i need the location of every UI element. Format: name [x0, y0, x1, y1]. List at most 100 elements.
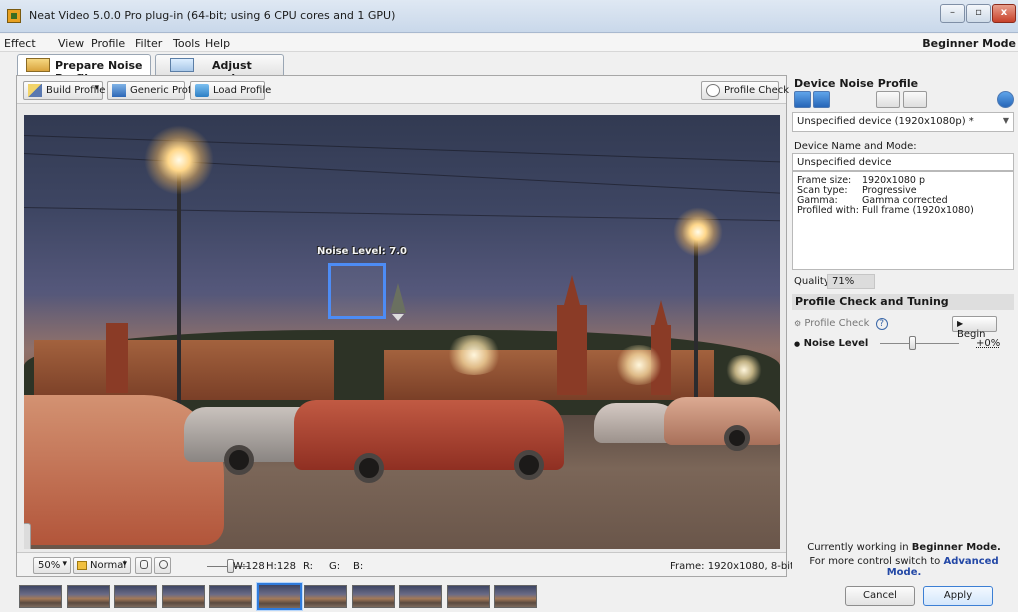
- blend-mode-label: Normal: [90, 560, 127, 571]
- apply-button[interactable]: Apply: [923, 586, 993, 606]
- menu-effect[interactable]: Effect: [4, 37, 36, 50]
- play-icon: ▶: [957, 319, 964, 328]
- noise-level-value: +0%: [976, 338, 1001, 349]
- menu-help[interactable]: Help: [205, 37, 230, 50]
- noise-sample-selection[interactable]: [328, 263, 386, 319]
- menu-filter[interactable]: Filter: [135, 37, 162, 50]
- car-wheel: [354, 453, 384, 483]
- blend-mode-dropdown[interactable]: Normal: [73, 557, 131, 574]
- g-readout: G:: [329, 561, 341, 572]
- build-profile-label: Build Profile: [46, 85, 106, 96]
- frame-thumbnail[interactable]: [494, 585, 537, 608]
- profile-check-button[interactable]: Profile Check: [701, 81, 789, 100]
- device-profile-select[interactable]: Unspecified device (1920x1080p) *: [792, 112, 1014, 132]
- settings-tool-button[interactable]: [154, 557, 171, 574]
- profile-panel: Device Noise Profile Unspecified device …: [792, 75, 1016, 578]
- profile-info-box: Frame size: 1920x1080 p Scan type: Progres…: [792, 171, 1014, 270]
- noise-marker-icon[interactable]: [392, 314, 404, 321]
- menu-profile[interactable]: Profile: [91, 37, 125, 50]
- frame-thumbnail[interactable]: [66, 585, 110, 608]
- undo-icon[interactable]: [876, 91, 900, 108]
- cancel-button[interactable]: Cancel: [845, 586, 915, 606]
- side-panel-handle[interactable]: [24, 523, 31, 549]
- frame-thumbnail[interactable]: [304, 585, 347, 608]
- noise-level-slider-thumb[interactable]: [908, 336, 916, 350]
- frame-thumbnail[interactable]: [114, 585, 157, 608]
- tower: [106, 323, 128, 393]
- close-button[interactable]: x: [992, 4, 1016, 23]
- frame-thumbnail[interactable]: [256, 583, 302, 610]
- wand-icon: [26, 58, 50, 72]
- device-name-label: Device Name and Mode:: [794, 141, 917, 152]
- frame-thumbnail[interactable]: [351, 585, 395, 608]
- frame-thumbnail[interactable]: [399, 585, 442, 608]
- wire: [24, 153, 780, 194]
- color-swatch-icon: [77, 561, 87, 570]
- profile-check-label: Profile Check: [724, 85, 790, 96]
- app-icon: [7, 9, 21, 23]
- mode-note-bold: Beginner Mode.: [911, 542, 1001, 553]
- open-profile-icon[interactable]: [794, 91, 811, 108]
- begin-button[interactable]: ▶ Begin: [952, 316, 997, 340]
- bullet-icon: ⚙: [794, 319, 802, 328]
- help-icon[interactable]: ?: [875, 318, 888, 330]
- noise-level-slider-track[interactable]: [880, 343, 959, 344]
- r-readout: R:: [303, 561, 314, 572]
- mode-note-text: Currently working in: [807, 542, 912, 553]
- frame-thumbnail[interactable]: [446, 585, 490, 608]
- zoom-dropdown[interactable]: 50%: [33, 557, 71, 574]
- kremlin-wall: [34, 340, 334, 400]
- tab-adjust-and-preview[interactable]: Adjust and Preview: [155, 54, 284, 98]
- build-profile-button[interactable]: Build Profile: [23, 81, 106, 100]
- frame-thumbnail[interactable]: [209, 585, 252, 608]
- title-bar: Neat Video 5.0.0 Pro plug-in (64-bit; us…: [0, 0, 1018, 33]
- generic-profile-icon: [112, 84, 126, 97]
- viewer-status-bar: 50% Normal W:128 H:128 R: G: B: Frame: 1…: [17, 552, 819, 576]
- spasskaya-tower: [557, 305, 587, 395]
- info-value: Full frame (1920x1080): [862, 205, 974, 216]
- car-wheel: [724, 425, 750, 451]
- mode-note-line2: For more control switch to Advanced Mode…: [792, 556, 1016, 578]
- car-wheel: [514, 450, 544, 480]
- lamp-post: [177, 160, 181, 420]
- device-noise-profile-title: Device Noise Profile: [794, 77, 919, 90]
- load-profile-button[interactable]: Load Profile: [190, 81, 271, 100]
- frame-filmstrip: [16, 582, 556, 610]
- quality-value: 71%: [827, 274, 875, 289]
- car-wheel: [224, 445, 254, 475]
- info-icon[interactable]: [997, 91, 1014, 108]
- frame-thumbnail[interactable]: [19, 585, 62, 608]
- tab-prepare-noise-profile[interactable]: Prepare Noise Profile: [17, 54, 151, 85]
- gear-icon: [159, 560, 168, 569]
- noise-level-label: Noise Level: 7.0: [317, 246, 407, 257]
- load-profile-label: Load Profile: [213, 85, 272, 96]
- hand-icon: [140, 560, 148, 569]
- noise-level-row: ● Noise Level: [794, 338, 868, 349]
- noise-level-row-label: Noise Level: [803, 338, 869, 349]
- info-key: Profiled with:: [797, 205, 859, 216]
- menu-view[interactable]: View: [58, 37, 84, 50]
- redo-icon[interactable]: [903, 91, 927, 108]
- folder-icon: [195, 84, 209, 97]
- image-viewer[interactable]: Noise Level: 7.0: [24, 115, 780, 549]
- tower-spire: [564, 275, 580, 305]
- frame-thumbnail[interactable]: [161, 585, 205, 608]
- menu-bar: Effect View Profile Filter Tools Help Be…: [0, 34, 1018, 52]
- sliders-icon: [170, 58, 194, 72]
- hand-tool-button[interactable]: [135, 557, 152, 574]
- menu-tools[interactable]: Tools: [173, 37, 200, 50]
- save-icon[interactable]: [813, 91, 830, 108]
- b-readout: B:: [353, 561, 364, 572]
- window-title: Neat Video 5.0.0 Pro plug-in (64-bit; us…: [29, 9, 396, 22]
- mode-switch[interactable]: Beginner Mode: [922, 37, 1016, 50]
- generic-profile-button[interactable]: Generic Profile: [107, 81, 203, 100]
- maximize-button[interactable]: ▫: [966, 4, 991, 23]
- tower-spire: [653, 300, 669, 330]
- lamp-glow: [673, 207, 723, 257]
- profile-toolbar: Build Profile Generic Profile Load Profi…: [17, 76, 789, 104]
- mode-note-line1: Currently working in Beginner Mode.: [792, 542, 1016, 553]
- height-readout: H:128: [266, 561, 296, 572]
- minimize-button[interactable]: –: [940, 4, 965, 23]
- profile-check-label: Profile Check: [804, 318, 870, 329]
- device-name-field[interactable]: Unspecified device: [792, 153, 1014, 171]
